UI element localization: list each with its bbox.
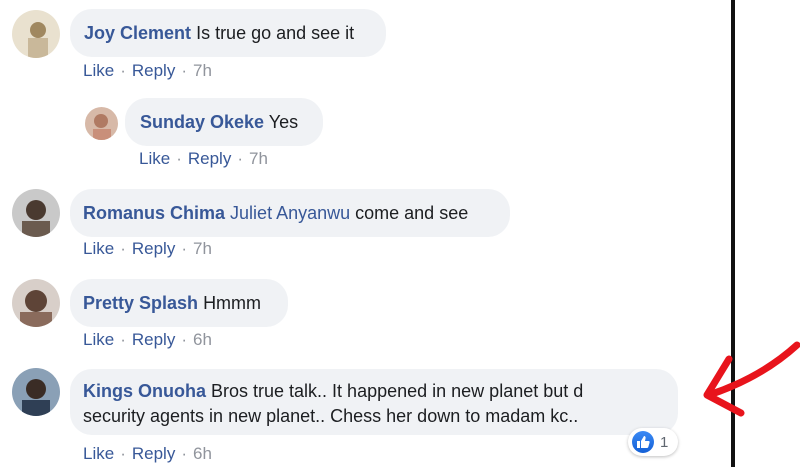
comment-text: Hmmm xyxy=(203,293,262,313)
mention-link[interactable]: Juliet Anyanwu xyxy=(230,203,350,223)
separator: · xyxy=(120,444,126,463)
like-link[interactable]: Like xyxy=(83,239,114,258)
comment-time[interactable]: 7h xyxy=(249,149,268,168)
separator: · xyxy=(181,239,187,258)
separator: · xyxy=(176,149,182,168)
avatar[interactable] xyxy=(12,279,60,327)
reply-link[interactable]: Reply xyxy=(132,330,175,349)
thumbs-up-icon xyxy=(632,431,654,453)
like-link[interactable]: Like xyxy=(83,61,114,80)
comment-bubble: Romanus Chima Juliet Anyanwu come and se… xyxy=(70,189,510,237)
separator: · xyxy=(181,330,187,349)
avatar[interactable] xyxy=(12,189,60,237)
comment-text: Bros true talk.. It happened in new plan… xyxy=(211,381,584,401)
reaction-count: 1 xyxy=(660,433,669,451)
comment-bubble: Pretty Splash Hmmm xyxy=(70,279,288,327)
separator: · xyxy=(120,61,126,80)
avatar[interactable] xyxy=(12,368,60,416)
comment-actions: Like · Reply · 6h xyxy=(83,330,212,350)
reply-link[interactable]: Reply xyxy=(132,239,175,258)
comment-author[interactable]: Kings Onuoha xyxy=(83,381,206,401)
separator: · xyxy=(181,61,187,80)
like-link[interactable]: Like xyxy=(83,444,114,463)
reply-link[interactable]: Reply xyxy=(132,61,175,80)
comment-text: security agents in new planet.. Chess he… xyxy=(83,406,579,426)
comment-author[interactable]: Sunday Okeke xyxy=(140,112,264,132)
comment-actions: Like · Reply · 7h xyxy=(83,239,212,259)
avatar[interactable] xyxy=(12,10,60,58)
red-arrow-annotation xyxy=(703,341,800,417)
comment-author[interactable]: Joy Clement xyxy=(84,23,191,43)
comment-bubble: Kings Onuoha Bros true talk.. It happene… xyxy=(70,369,678,435)
reaction-summary[interactable]: 1 xyxy=(628,428,678,456)
reply-link[interactable]: Reply xyxy=(188,149,231,168)
comment-actions: Like · Reply · 7h xyxy=(83,61,212,81)
comment-time[interactable]: 7h xyxy=(193,61,212,80)
separator: · xyxy=(120,330,126,349)
comment-bubble: Joy Clement Is true go and see it xyxy=(70,9,386,57)
comment-time[interactable]: 6h xyxy=(193,330,212,349)
comment-author[interactable]: Romanus Chima xyxy=(83,203,225,223)
separator: · xyxy=(181,444,187,463)
separator: · xyxy=(237,149,243,168)
avatar[interactable] xyxy=(85,107,118,140)
like-link[interactable]: Like xyxy=(83,330,114,349)
comment-text: come and see xyxy=(355,203,469,223)
comment-time[interactable]: 6h xyxy=(193,444,212,463)
comment-text: Is true go and see it xyxy=(196,23,355,43)
reply-link[interactable]: Reply xyxy=(132,444,175,463)
like-link[interactable]: Like xyxy=(139,149,170,168)
comment-time[interactable]: 7h xyxy=(193,239,212,258)
comment-actions: Like · Reply · 6h xyxy=(83,444,212,464)
comment-bubble: Sunday Okeke Yes xyxy=(125,98,323,146)
comment-actions: Like · Reply · 7h xyxy=(139,149,268,169)
comment-author[interactable]: Pretty Splash xyxy=(83,293,198,313)
separator: · xyxy=(120,239,126,258)
comment-text: Yes xyxy=(268,112,299,132)
